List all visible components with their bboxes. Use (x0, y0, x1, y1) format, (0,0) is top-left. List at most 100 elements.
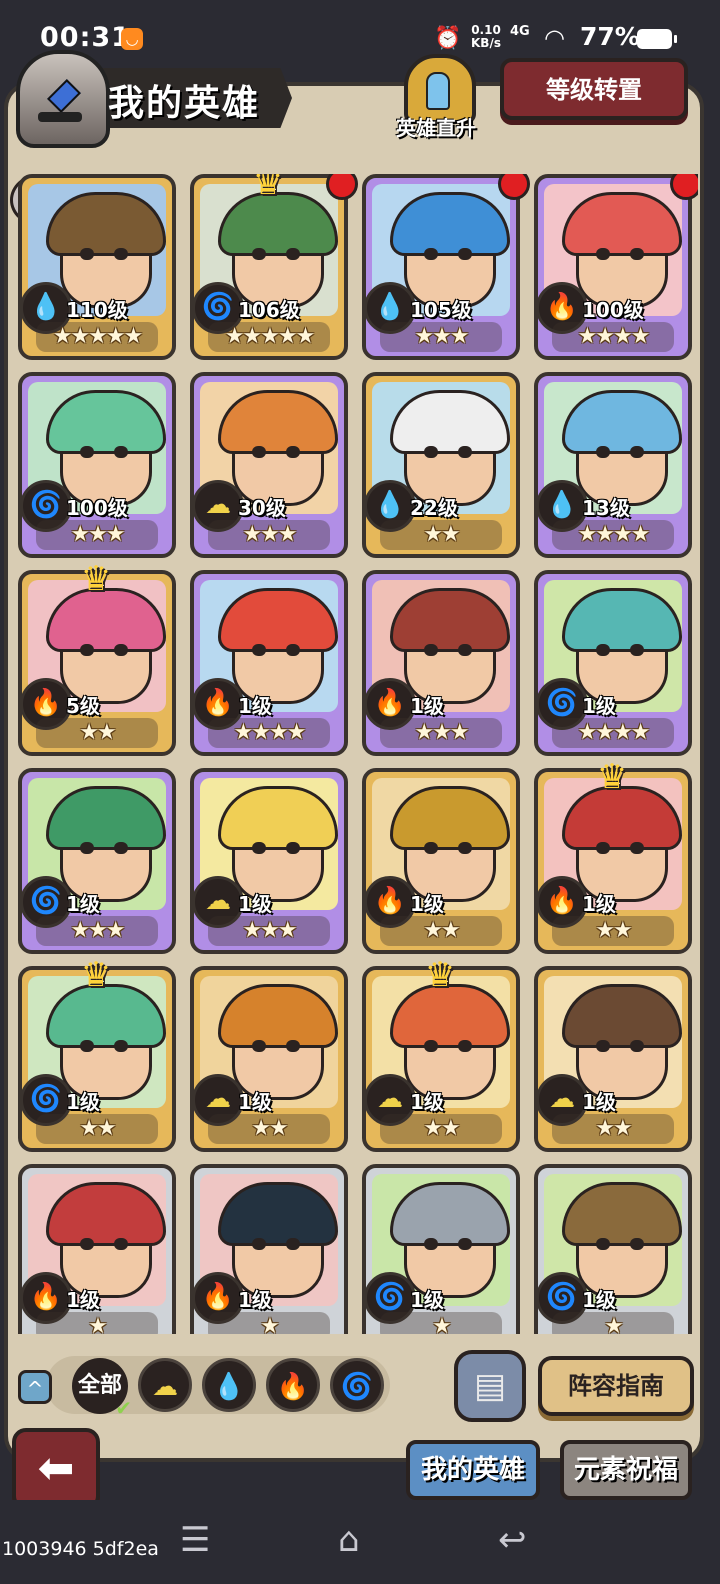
hero-card[interactable]: 🔥 100级 ★★★★ (534, 174, 692, 360)
star-rating: ★★ (595, 1116, 632, 1141)
hero-card[interactable]: 🌀 1级 ★★★ (18, 768, 176, 954)
back-button[interactable]: ⬅ (12, 1428, 100, 1510)
crown-icon: ♛ (424, 955, 456, 995)
hero-hair (218, 390, 338, 454)
hero-hair (390, 390, 510, 454)
page-title: 我的英雄 (108, 83, 261, 124)
hero-level: 1级 (582, 892, 616, 916)
lineup-guide-button[interactable]: 阵容指南 (538, 1356, 694, 1416)
back-arrow-icon: ⬅ (37, 1443, 75, 1494)
hero-level: 30级 (238, 496, 286, 520)
star-bar: ★★ (380, 1114, 502, 1144)
hero-card[interactable]: ☁ 1级 ★★ (534, 966, 692, 1152)
hero-card[interactable]: 💧 13级 ★★★★ (534, 372, 692, 558)
hero-eye (114, 1040, 128, 1052)
star-rating: ★ (88, 1314, 108, 1334)
hero-upgrade-button[interactable]: 英雄直升 (390, 52, 482, 144)
collapse-button[interactable]: ^ (18, 1370, 52, 1404)
menu-icon[interactable]: ☰ (180, 1520, 210, 1560)
filter-all-button[interactable]: 全部 ✔ (72, 1358, 132, 1418)
star-bar: ★★ (208, 1114, 330, 1144)
return-icon[interactable]: ↩ (498, 1520, 527, 1560)
hero-level: 100级 (582, 298, 644, 322)
star-bar: ★★ (552, 1114, 674, 1144)
hero-card[interactable]: 🔥 1级 ★★★ (362, 570, 520, 756)
hero-card[interactable]: 🌀 1级 ★ (362, 1164, 520, 1334)
hero-level: 1级 (66, 1090, 100, 1114)
hero-hair (562, 588, 682, 652)
hero-eye (424, 1040, 438, 1052)
hero-eye (286, 248, 300, 260)
save-lineup-button[interactable]: ▤ (454, 1350, 526, 1422)
hero-eye (596, 248, 610, 260)
hero-figure-icon (426, 72, 450, 110)
hero-eye (424, 446, 438, 458)
hero-eye (252, 644, 266, 656)
hero-hair (218, 984, 338, 1048)
star-rating: ★★ (251, 1116, 288, 1141)
hero-card[interactable]: 🔥 1级 ★★ (362, 768, 520, 954)
hero-hair (46, 390, 166, 454)
hero-card[interactable]: 🔥 1级 ★ (18, 1164, 176, 1334)
hero-card[interactable]: ☁ 1级 ★★★ (190, 768, 348, 954)
star-bar: ★★★ (36, 520, 158, 550)
wifi-icon: ◠ (544, 24, 565, 52)
tab-element-blessing[interactable]: 元素祝福 (560, 1440, 692, 1500)
red-dot-notification-icon (326, 174, 358, 200)
hero-card[interactable]: 💧 110级 ★★★★★ (18, 174, 176, 360)
filter-fire-button[interactable]: 🔥 (266, 1358, 320, 1412)
star-bar: ★★ (36, 718, 158, 748)
star-rating: ★★★★★ (52, 324, 144, 349)
tab-my-heroes[interactable]: 我的英雄 (406, 1440, 540, 1500)
filter-water-button[interactable]: 💧 (202, 1358, 256, 1412)
hero-card[interactable]: 💧 105级 ★★★ (362, 174, 520, 360)
hero-eye (252, 1040, 266, 1052)
hero-eye (286, 1040, 300, 1052)
star-rating: ★★★ (414, 324, 469, 349)
star-rating: ★★★ (70, 522, 125, 547)
crown-icon: ♛ (596, 757, 628, 797)
hero-level: 1级 (582, 1288, 616, 1312)
hero-level: 1级 (582, 1090, 616, 1114)
hero-eye (630, 248, 644, 260)
hero-card[interactable]: ☁ 30级 ★★★ (190, 372, 348, 558)
clock: 00:31 (40, 22, 131, 53)
star-rating: ★★ (423, 918, 460, 943)
hero-level: 1级 (238, 1288, 272, 1312)
hero-card[interactable]: 💧 22级 ★★ (362, 372, 520, 558)
home-icon[interactable]: ⌂ (338, 1520, 360, 1560)
hero-hair (46, 192, 166, 256)
star-rating: ★★ (595, 918, 632, 943)
star-rating: ★ (432, 1314, 452, 1334)
crown-icon: ♛ (252, 174, 284, 203)
hero-eye (630, 842, 644, 854)
hero-eye (458, 644, 472, 656)
hero-eye (252, 842, 266, 854)
hero-level: 1级 (238, 892, 272, 916)
star-rating: ★★★ (70, 918, 125, 943)
hero-eye (630, 446, 644, 458)
star-bar: ★ (552, 1312, 674, 1334)
hero-eye (252, 248, 266, 260)
hero-card[interactable]: 🔥 1级 ★★★★ (190, 570, 348, 756)
star-rating: ★★ (423, 522, 460, 547)
hero-level: 1级 (410, 694, 444, 718)
hero-level: 1级 (238, 1090, 272, 1114)
hero-card[interactable]: 🌀 1级 ★★★★ (534, 570, 692, 756)
alarm-icon: ⏰ (434, 26, 462, 51)
star-rating: ★★★ (414, 720, 469, 745)
crown-icon: ♛ (80, 955, 112, 995)
hero-card[interactable]: 🔥 1级 ★ (190, 1164, 348, 1334)
hero-eye (286, 644, 300, 656)
star-rating: ★★ (423, 1116, 460, 1141)
hero-hair (562, 390, 682, 454)
star-bar: ★ (380, 1312, 502, 1334)
hero-card[interactable]: 🌀 100级 ★★★ (18, 372, 176, 558)
hero-hair (390, 786, 510, 850)
hero-card[interactable]: ☁ 1级 ★★ (190, 966, 348, 1152)
hero-level: 1级 (66, 892, 100, 916)
filter-wind-button[interactable]: 🌀 (330, 1358, 384, 1412)
hero-card[interactable]: 🌀 1级 ★ (534, 1164, 692, 1334)
filter-earth-button[interactable]: ☁ (138, 1358, 192, 1412)
level-transfer-button[interactable]: 等级转置 (500, 58, 688, 120)
